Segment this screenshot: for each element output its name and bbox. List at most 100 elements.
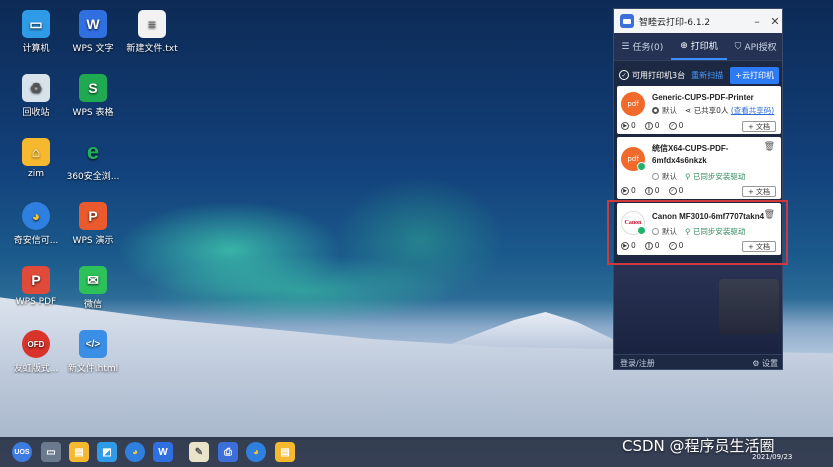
add-document-button[interactable]: + 文档 [742, 186, 776, 197]
start-icon[interactable]: UOS [12, 442, 32, 462]
sync-icon: ⚲ [685, 172, 691, 181]
printer-card[interactable]: Canon Canon MF3010-6mf7707takn4 🗑 默认 ⚲ 已… [617, 203, 781, 255]
delete-icon[interactable]: 🗑 [764, 142, 775, 152]
login-register-link[interactable]: 登录/注册 [620, 358, 655, 369]
browser2-icon[interactable]: ◕ [246, 442, 266, 462]
printer-stats: ▶ 0 ‖ 0 ✓ 0 [621, 241, 692, 250]
add-document-button[interactable]: + 文档 [742, 121, 776, 132]
share-count: 已共享0人 [693, 106, 729, 115]
app-logo-icon [620, 14, 634, 28]
play-icon: ▶ [621, 121, 629, 130]
folder-taskbar-icon[interactable]: ▤ [275, 442, 295, 462]
desktop-icon-text-file[interactable]: ≡ 新建文件.txt [119, 10, 185, 54]
desktop-icon-wps-spreadsheet[interactable]: S WPS 表格 [61, 74, 125, 118]
driver-sync-status: ⚲ 已同步安装驱动 [685, 226, 745, 237]
view-share-code-link[interactable]: (查看共享码) [731, 106, 774, 115]
play-icon: ▶ [621, 186, 629, 195]
printer-illustration [614, 264, 782, 354]
desktop-icon-html-file[interactable]: </> 新文件.html [61, 330, 125, 374]
printer-name: Canon MF3010-6mf7707takn4 [652, 212, 765, 221]
desktop-icon-wps-pdf[interactable]: P WPS PDF [4, 266, 68, 307]
printer-name: 统信X64-CUPS-PDF- 6mfdx4s6nkzk [652, 143, 728, 167]
synced-badge-icon [637, 226, 646, 235]
desktop-icon-label: 回收站 [22, 108, 50, 118]
notes-icon[interactable]: ✎ [189, 442, 209, 462]
driver-sync-status: ⚲ 已同步安装驱动 [685, 171, 745, 182]
desktop-icon-qianxin-browser[interactable]: ◕ 奇安信可... [4, 202, 68, 246]
tab-tasks[interactable]: ☰ 任务(0) [614, 33, 671, 60]
default-radio[interactable] [652, 107, 659, 114]
desktop-icon-zim[interactable]: ⌂ zim [4, 138, 68, 179]
add-document-button[interactable]: + 文档 [742, 241, 776, 252]
printer-name-line2: 6mfdx4s6nkzk [652, 156, 707, 165]
rescan-link[interactable]: 重新扫描 [691, 70, 723, 81]
wps-icon[interactable]: W [153, 442, 173, 462]
wps-writer-icon: W [79, 10, 107, 38]
title-bar: 智睦云打印-6.1.2 – ✕ [614, 9, 782, 33]
default-label: 默认 [662, 172, 677, 181]
computer-icon: ▭ [22, 10, 50, 38]
default-radio[interactable] [652, 228, 659, 235]
desktop-icon-label: 新建文件.txt [126, 44, 178, 54]
text-file-icon: ≡ [138, 10, 166, 38]
settings-label: 设置 [762, 358, 778, 368]
wps-spreadsheet-icon: S [79, 74, 107, 102]
desktop-icon-wps-presentation[interactable]: P WPS 演示 [61, 202, 125, 246]
sync-text: 已同步安装驱动 [692, 227, 746, 236]
desktop-icon-computer[interactable]: ▭ 计算机 [4, 10, 68, 54]
app-store-icon[interactable]: ◩ [97, 442, 117, 462]
watermark: CSDN @程序员生活圈 [622, 437, 775, 455]
desktop-icon-recycle-bin[interactable]: ♻ 回收站 [4, 74, 68, 118]
settings-button[interactable]: ⚙ 设置 [752, 358, 778, 369]
desktop-icon-wechat[interactable]: ✉ 微信 [61, 266, 125, 310]
desktop-icon-ofd-reader[interactable]: OFD 友虹版式... [4, 330, 68, 374]
multitask-icon[interactable]: ▭ [41, 442, 61, 462]
stat-value: 0 [654, 241, 660, 250]
tab-label: 任务(0) [632, 43, 664, 53]
printer-card[interactable]: pdf Generic-CUPS-PDF-Printer 默认 ⋖ 已共享0人 … [617, 86, 781, 134]
stat-value: 0 [631, 186, 636, 195]
check-icon: ✓ [668, 241, 677, 250]
gear-icon: ⚙ [752, 358, 760, 368]
shield-icon: ⛉ [734, 41, 742, 52]
stat-value: 0 [631, 121, 636, 130]
pdf-printer-icon: pdf [621, 92, 645, 116]
default-label: 默认 [662, 106, 677, 115]
close-button[interactable]: ✕ [766, 15, 782, 28]
browser-icon[interactable]: ◕ [125, 442, 145, 462]
delete-icon[interactable]: 🗑 [764, 210, 775, 220]
pause-icon: ‖ [644, 241, 653, 250]
printer-status-bar: ✓ 可用打印机3台 重新扫描 +云打印机 [614, 61, 782, 89]
desktop-icon-label: zim [28, 169, 44, 179]
default-radio[interactable] [652, 173, 659, 180]
tab-api-auth[interactable]: ⛉ API授权 [727, 33, 782, 60]
print-app-icon[interactable]: ⎙ [218, 442, 238, 462]
app-footer: 登录/注册 ⚙ 设置 [614, 354, 782, 369]
printer-meta: 默认 ⚲ 已同步安装驱动 [652, 226, 745, 237]
desktop-icon-wps-writer[interactable]: W WPS 文字 [61, 10, 125, 54]
ofd-reader-icon: OFD [22, 330, 50, 358]
tab-printers[interactable]: ⊕ 打印机 [670, 33, 728, 60]
tab-label: 打印机 [690, 42, 718, 52]
add-cloud-printer-button[interactable]: +云打印机 [730, 66, 779, 84]
printer-tab-icon: ⊕ [680, 40, 688, 51]
stat-value: 0 [678, 186, 684, 195]
stat-done: ✓ 0 [668, 121, 683, 130]
printer-card[interactable]: pdf 统信X64-CUPS-PDF- 6mfdx4s6nkzk 🗑 默认 ⚲ … [617, 137, 781, 199]
pause-icon: ‖ [644, 186, 653, 195]
stat-printed: ▶ 0 [621, 241, 636, 250]
stat-value: 0 [678, 241, 684, 250]
desktop-icon-360-browser[interactable]: e 360安全浏... [61, 138, 125, 182]
share-info: ⋖ 已共享0人 (查看共享码) [685, 105, 774, 116]
wps-presentation-icon: P [79, 202, 107, 230]
tab-bar: ☰ 任务(0) ⊕ 打印机 ⛉ API授权 [614, 33, 782, 61]
minimize-button[interactable]: – [748, 15, 766, 28]
desktop-icon-label: 计算机 [22, 44, 50, 54]
stat-pending: ‖ 0 [644, 121, 660, 130]
printer-meta: 默认 ⚲ 已同步安装驱动 [652, 171, 745, 182]
sync-text: 已同步安装驱动 [692, 172, 746, 181]
stat-done: ✓ 0 [668, 186, 684, 195]
wps-pdf-icon: P [22, 266, 50, 294]
pause-icon: ‖ [644, 121, 653, 130]
file-manager-icon[interactable]: ▤ [69, 442, 89, 462]
